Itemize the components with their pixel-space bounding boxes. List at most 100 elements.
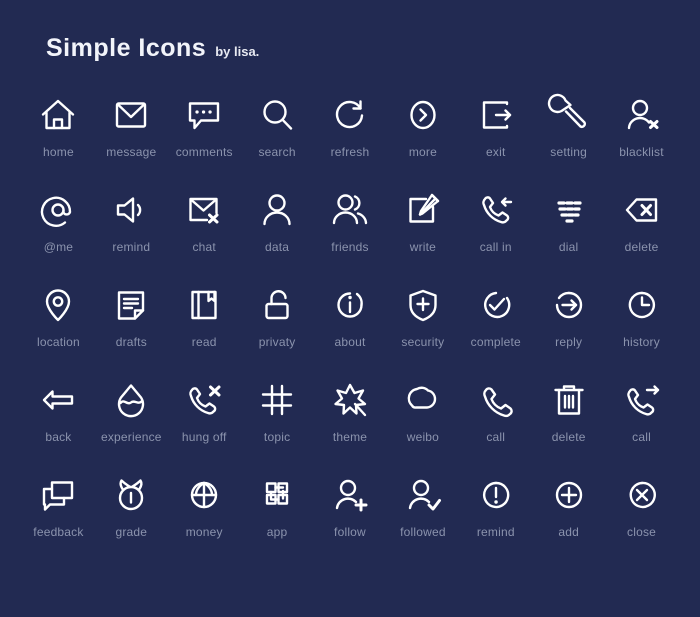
icon-cell-theme[interactable]: theme [314,377,387,472]
icon-label: security [401,335,445,349]
coin-globe-icon[interactable] [181,472,227,518]
icon-cell-search[interactable]: search [241,92,314,187]
icon-cell-write[interactable]: write [386,187,459,282]
icon-cell-close[interactable]: close [605,472,678,567]
icon-cell-location[interactable]: location [22,282,95,377]
icon-label: feedback [33,525,84,539]
icon-label: delete [624,240,659,254]
icon-cell-followed[interactable]: followed [386,472,459,567]
clock-icon[interactable] [619,282,665,328]
unlock-icon[interactable] [254,282,300,328]
icon-label: close [627,525,657,539]
icon-cell-friends[interactable]: friends [314,187,387,282]
weibo-eye-icon[interactable] [400,377,446,423]
icon-cell-call[interactable]: call [605,377,678,472]
chat-windows-icon[interactable] [35,472,81,518]
icon-cell-complete[interactable]: complete [459,282,532,377]
icon-cell-reply[interactable]: reply [532,282,605,377]
at-sign-icon[interactable] [35,187,81,233]
icon-cell-exit[interactable]: exit [459,92,532,187]
refresh-arrow-icon[interactable] [327,92,373,138]
icon-label: privaty [258,335,296,349]
phone-x-icon[interactable] [181,377,227,423]
map-pin-icon[interactable] [35,282,81,328]
icon-cell-chat[interactable]: chat [168,187,241,282]
icon-cell-security[interactable]: security [386,282,459,377]
icon-cell-app[interactable]: app [241,472,314,567]
icon-cell-read[interactable]: read [168,282,241,377]
icon-cell-dial[interactable]: dial [532,187,605,282]
exit-arrow-icon[interactable] [473,92,519,138]
magnifier-icon[interactable] [254,92,300,138]
home-icon[interactable] [35,92,81,138]
magic-star-wand-icon[interactable] [327,377,373,423]
phone-forward-icon[interactable] [619,377,665,423]
megaphone-icon[interactable] [108,187,154,233]
speech-bubble-dots-icon[interactable] [181,92,227,138]
x-circle-icon[interactable] [619,472,665,518]
icon-cell-data[interactable]: data [241,187,314,282]
alarm-clock-icon[interactable] [108,472,154,518]
wrench-icon[interactable] [546,92,592,138]
envelope-icon[interactable] [108,92,154,138]
water-drop-wave-icon[interactable] [108,377,154,423]
info-circle-icon[interactable] [327,282,373,328]
icon-cell-refresh[interactable]: refresh [314,92,387,187]
icon-cell-home[interactable]: home [22,92,95,187]
icon-cell-back[interactable]: back [22,377,95,472]
icon-label: read [191,335,217,349]
icon-cell-about[interactable]: about [314,282,387,377]
trash-can-icon[interactable] [546,377,592,423]
icon-cell-message[interactable]: message [95,92,168,187]
icon-cell-feedback[interactable]: feedback [22,472,95,567]
user-check-icon[interactable] [400,472,446,518]
user-icon[interactable] [254,187,300,233]
exclamation-circle-icon[interactable] [473,472,519,518]
keypad-icon[interactable] [546,187,592,233]
icon-cell-remind[interactable]: remind [95,187,168,282]
icon-cell-privaty[interactable]: privaty [241,282,314,377]
pinwheel-squares-icon[interactable] [254,472,300,518]
icon-cell-remind[interactable]: remind [459,472,532,567]
plus-circle-icon[interactable] [546,472,592,518]
envelope-x-icon[interactable] [181,187,227,233]
chevron-right-circle-icon[interactable] [400,92,446,138]
icon-cell-delete[interactable]: delete [532,377,605,472]
check-circle-icon[interactable] [473,282,519,328]
icon-cell-delete[interactable]: delete [605,187,678,282]
icon-cell-comments[interactable]: comments [168,92,241,187]
icon-cell-money[interactable]: money [168,472,241,567]
icon-cell-experience[interactable]: experience [95,377,168,472]
icon-cell-add[interactable]: add [532,472,605,567]
phone-icon[interactable] [473,377,519,423]
book-icon[interactable] [181,282,227,328]
icon-cell-drafts[interactable]: drafts [95,282,168,377]
icon-label: money [185,525,223,539]
icon-label: followed [400,525,446,539]
icon-cell--me[interactable]: @me [22,187,95,282]
icon-cell-more[interactable]: more [386,92,459,187]
pencil-square-icon[interactable] [400,187,446,233]
icon-cell-setting[interactable]: setting [532,92,605,187]
icon-cell-blacklist[interactable]: blacklist [605,92,678,187]
icon-cell-topic[interactable]: topic [241,377,314,472]
icon-label: reply [555,335,583,349]
icon-cell-weibo[interactable]: weibo [386,377,459,472]
shield-plus-icon[interactable] [400,282,446,328]
icon-cell-call[interactable]: call [459,377,532,472]
arrow-left-icon[interactable] [35,377,81,423]
phone-incoming-icon[interactable] [473,187,519,233]
document-lines-icon[interactable] [108,282,154,328]
user-x-icon[interactable] [619,92,665,138]
backspace-x-icon[interactable] [619,187,665,233]
icon-cell-history[interactable]: history [605,282,678,377]
icon-cell-hung-off[interactable]: hung off [168,377,241,472]
icon-cell-call-in[interactable]: call in [459,187,532,282]
arrow-right-circle-icon[interactable] [546,282,592,328]
icon-cell-grade[interactable]: grade [95,472,168,567]
icon-label: dial [558,240,579,254]
users-icon[interactable] [327,187,373,233]
user-plus-icon[interactable] [327,472,373,518]
hash-icon[interactable] [254,377,300,423]
icon-cell-follow[interactable]: follow [314,472,387,567]
